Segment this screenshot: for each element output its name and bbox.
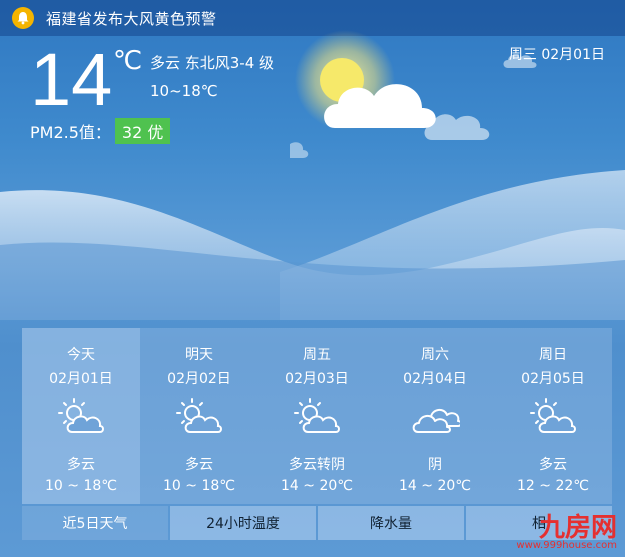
current-range: 10~18℃ — [150, 82, 218, 100]
day-temp: 12 ~ 22℃ — [517, 478, 589, 494]
day-name: 周五 — [303, 347, 331, 363]
day-name: 今天 — [67, 347, 95, 363]
day-name: 周六 — [421, 347, 449, 363]
day-temp: 10 ~ 18℃ — [45, 478, 117, 494]
day-temp: 10 ~ 18℃ — [163, 478, 235, 494]
day-temp: 14 ~ 20℃ — [399, 478, 471, 494]
cloudy-icon — [412, 409, 462, 433]
pm25-row: PM2.5值： 32 优 — [30, 118, 171, 144]
alert-text[interactable]: 福建省发布大风黄色预警 — [46, 8, 217, 29]
watermark-url: www.999house.com — [516, 540, 617, 551]
forecast-day[interactable]: 明天 02月02日 多云 10 ~ 18℃ — [140, 328, 258, 504]
tab-precipitation[interactable]: 降水量 — [318, 506, 464, 540]
watermark: 九房网 www.999house.com — [516, 514, 617, 551]
forecast-day[interactable]: 周五 02月03日 多云转阴 14 ~ 20℃ — [258, 328, 376, 504]
day-condition: 多云转阴 — [289, 457, 345, 473]
current-date: 周三 02月01日 — [508, 47, 605, 63]
forecast-day[interactable]: 今天 02月01日 多云 10 ~ 18℃ — [22, 328, 140, 504]
partly-cloudy-icon — [58, 398, 104, 433]
day-date: 02月05日 — [521, 371, 585, 387]
partly-cloudy-icon — [176, 398, 222, 433]
temperature-unit: ℃ — [113, 46, 143, 76]
current-condition: 多云 东北风3-4 级 — [150, 54, 275, 72]
day-name: 明天 — [185, 347, 213, 363]
hills-background — [0, 170, 625, 320]
partly-cloudy-icon — [294, 398, 340, 433]
day-temp: 14 ~ 20℃ — [281, 478, 353, 494]
bell-icon — [12, 7, 34, 29]
forecast-panel: 今天 02月01日 多云 10 ~ 18℃ 明天 02月02日 多云 10 ~ … — [22, 328, 612, 504]
day-condition: 多云 — [67, 457, 95, 473]
day-name: 周日 — [539, 347, 567, 363]
day-date: 02月04日 — [403, 371, 467, 387]
day-condition: 阴 — [428, 457, 442, 473]
forecast-day[interactable]: 周日 02月05日 多云 12 ~ 22℃ — [494, 328, 612, 504]
day-condition: 多云 — [539, 457, 567, 473]
partly-cloudy-icon — [530, 398, 576, 433]
pm25-label: PM2.5值： — [30, 123, 111, 142]
tab-5day[interactable]: 近5日天气 — [22, 506, 168, 540]
current-temperature: 14 — [30, 38, 113, 121]
watermark-logo: 九房网 — [538, 512, 617, 542]
day-condition: 多云 — [185, 457, 213, 473]
day-date: 02月02日 — [167, 371, 231, 387]
sun-cloud-icon — [290, 30, 490, 158]
forecast-day[interactable]: 周六 02月04日 阴 14 ~ 20℃ — [376, 328, 494, 504]
day-date: 02月01日 — [49, 371, 113, 387]
pm25-badge: 32 优 — [114, 118, 171, 144]
day-date: 02月03日 — [285, 371, 349, 387]
tab-24h-temp[interactable]: 24小时温度 — [170, 506, 316, 540]
